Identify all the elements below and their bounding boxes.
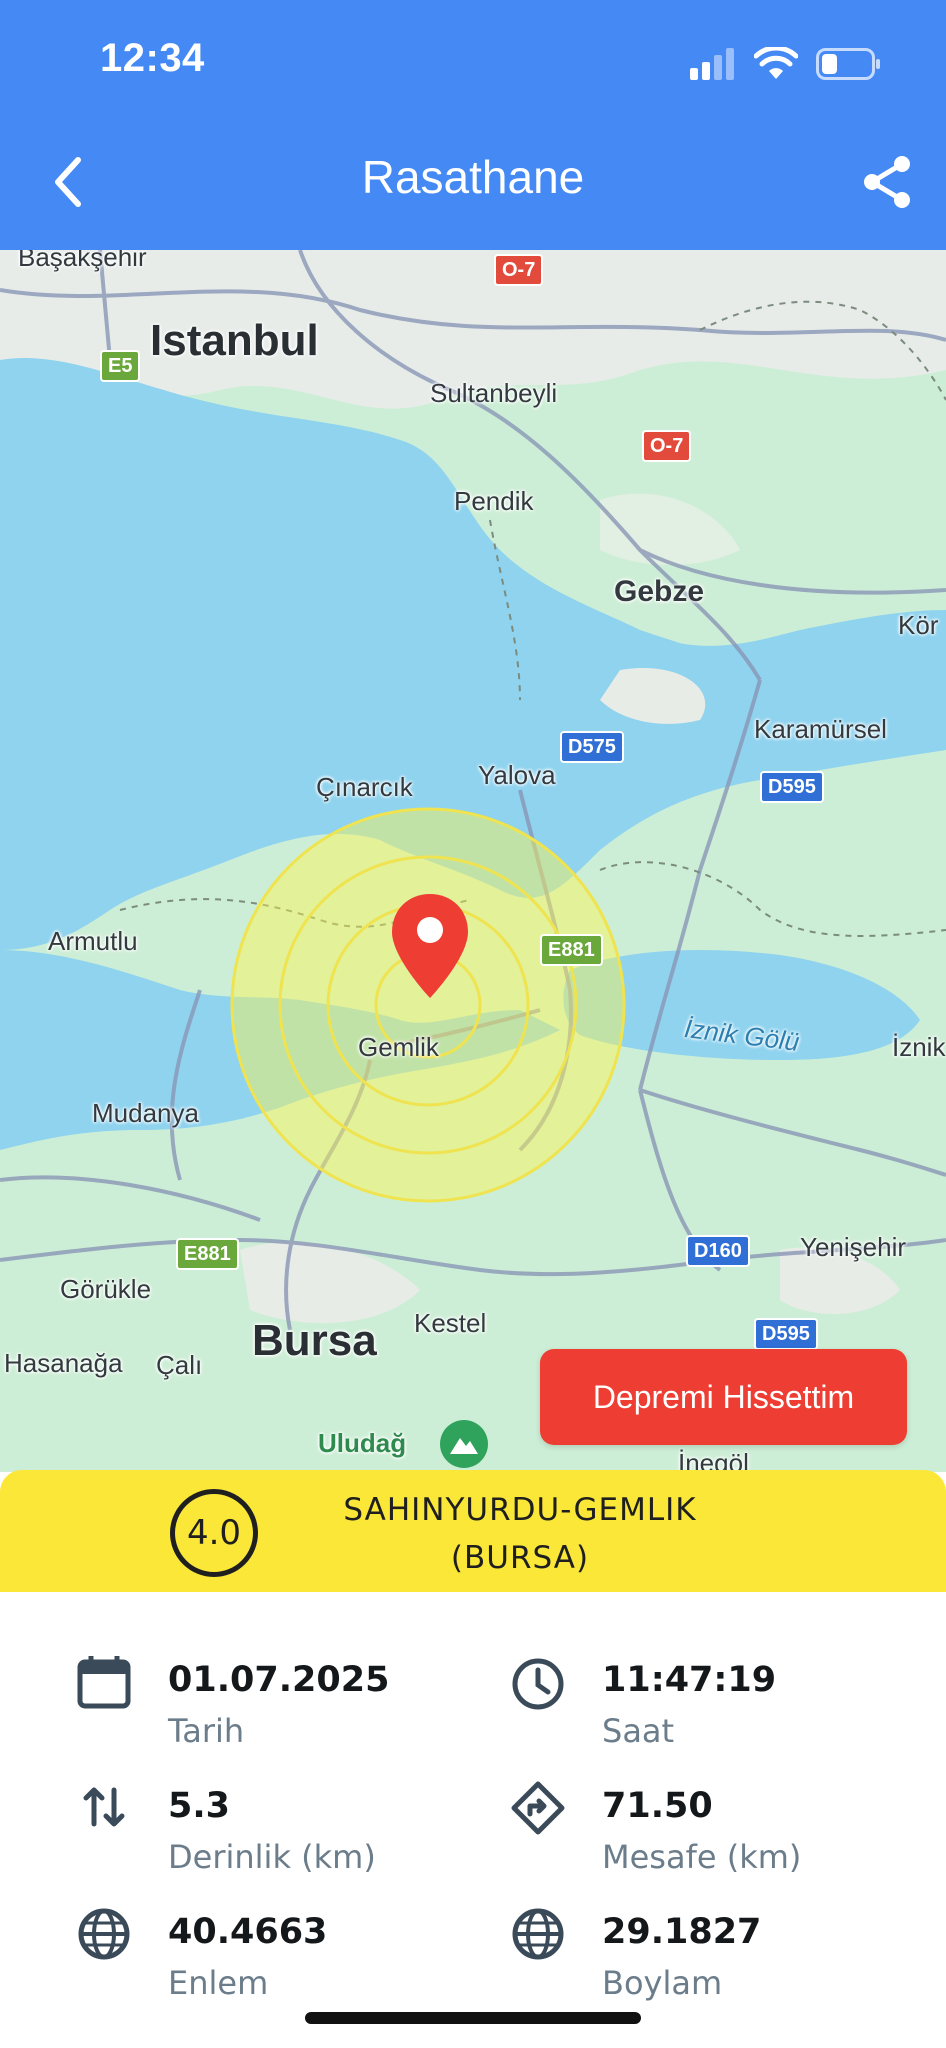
distance-value: 71.50: [602, 1786, 713, 1826]
map-label: Gemlik: [358, 1032, 439, 1062]
map-label: Sultanbeyli: [430, 378, 558, 408]
location-line-2: (BURSA): [450, 1540, 590, 1576]
map-label: Mudanya: [92, 1098, 199, 1128]
road-shield: D160: [686, 1235, 750, 1267]
quake-banner: 4.0 SAHINYURDU-GEMLIK (BURSA): [0, 1470, 946, 1592]
quake-location: SAHINYURDU-GEMLIK (BURSA): [300, 1486, 740, 1582]
map-label: Kestel: [414, 1308, 487, 1338]
map-label: Pendik: [454, 486, 534, 516]
longitude-value: 29.1827: [602, 1912, 762, 1952]
page-title: Rasathane: [361, 151, 585, 203]
location-line-1: SAHINYURDU-GEMLIK: [343, 1492, 697, 1528]
mountain-icon: [440, 1420, 488, 1468]
map-label: Yalova: [478, 760, 556, 790]
signal-icon: [690, 48, 734, 80]
map-label: Çalı: [156, 1350, 203, 1380]
battery-icon: [816, 48, 880, 80]
share-icon: [864, 156, 910, 208]
clock-icon: [512, 1658, 564, 1710]
time-value: 11:47:19: [602, 1660, 777, 1700]
magnitude-badge: 4.0: [170, 1489, 258, 1577]
map-pin-icon[interactable]: [390, 892, 470, 1002]
map-view[interactable]: O-7 O-7 E5 D575 D595 E881 E881 D160 D595…: [0, 250, 946, 1472]
arrows-up-down-icon: [83, 1787, 125, 1827]
direction-icon: [511, 1781, 565, 1835]
map-label: Uludağ: [318, 1428, 407, 1458]
map-label: Karamürsel: [754, 714, 887, 744]
map-label: Başakşehir: [18, 250, 147, 272]
map-label: İznik: [892, 1032, 946, 1062]
map-label: Armutlu: [48, 926, 138, 956]
globe-icon: [78, 1908, 130, 1960]
map-label: Yenişehir: [800, 1232, 907, 1262]
map-label: Istanbul: [150, 316, 319, 365]
top-bar: 12:34 Rasathane: [0, 0, 946, 250]
distance-label: Mesafe (km): [602, 1838, 802, 1876]
map-label: Hasanağa: [4, 1348, 123, 1378]
road-shield: O-7: [642, 430, 692, 462]
time-label: Saat: [602, 1712, 675, 1750]
calendar-icon: [77, 1656, 131, 1709]
date-value: 01.07.2025: [168, 1660, 390, 1700]
status-icons: [690, 44, 882, 84]
status-time: 12:34: [100, 36, 205, 80]
latitude-value: 40.4663: [168, 1912, 328, 1952]
map-label: Bursa: [252, 1316, 377, 1365]
globe-icon: [512, 1908, 564, 1960]
depth-value: 5.3: [168, 1786, 231, 1826]
share-button[interactable]: [860, 154, 916, 210]
map-label: Gebze: [614, 575, 705, 608]
road-shield: E5: [100, 350, 141, 382]
road-shield: E881: [176, 1238, 239, 1270]
longitude-label: Boylam: [602, 1964, 723, 2002]
wifi-icon: [754, 47, 798, 79]
road-shield: D575: [560, 731, 624, 763]
map-label: Görükle: [60, 1274, 152, 1304]
home-indicator[interactable]: [305, 2012, 641, 2024]
map-label: Çınarcık: [316, 772, 413, 802]
felt-earthquake-button[interactable]: Depremi Hissettim: [540, 1349, 907, 1445]
map-label: Kör: [898, 610, 939, 640]
latitude-label: Enlem: [168, 1964, 269, 2002]
road-shield: D595: [760, 771, 824, 803]
road-shield: O-7: [494, 254, 544, 286]
depth-label: Derinlik (km): [168, 1838, 376, 1876]
map-label: İnegöl: [678, 1448, 749, 1472]
road-shield: E881: [540, 934, 603, 966]
date-label: Tarih: [168, 1712, 245, 1750]
road-shield: D595: [754, 1318, 818, 1350]
